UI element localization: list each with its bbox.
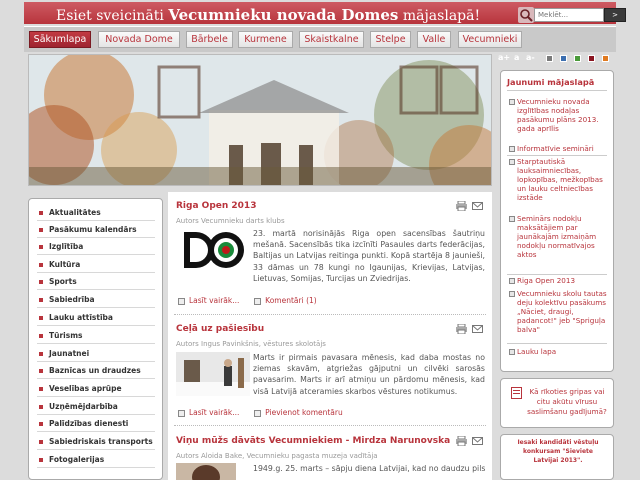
sidebar-item-lauku-attistiba[interactable]: Lauku attīstība xyxy=(37,310,155,326)
site-title-strong: Vecumnieku novada Domes xyxy=(168,6,399,24)
site-title-post: mājaslapā! xyxy=(402,8,481,24)
tab-barbele[interactable]: Bārbele xyxy=(186,31,233,48)
read-more-link[interactable]: Lasīt vairāk... xyxy=(189,408,239,417)
theme-swatch-red[interactable] xyxy=(588,55,595,62)
news-item[interactable]: Riga Open 2013 xyxy=(509,276,609,285)
news-item[interactable]: Vecumnieku novada izglītības nodaļas pas… xyxy=(509,97,609,133)
article-actions xyxy=(456,324,484,336)
article-title[interactable]: Riga Open 2013 xyxy=(176,201,256,211)
article-divider xyxy=(174,314,486,315)
theme-swatch-orange[interactable] xyxy=(602,55,609,62)
print-icon[interactable] xyxy=(456,436,467,446)
search-input[interactable] xyxy=(534,8,604,22)
sidebar-item-jaunatnei[interactable]: Jaunatnei xyxy=(37,346,155,362)
article-links: Lasīt vairāk... Komentāri (1) xyxy=(178,296,317,305)
article-author: Autors Ingus Pavinkšnis, vēstures skolot… xyxy=(176,340,326,348)
comments-link[interactable]: Komentāri (1) xyxy=(265,296,317,305)
article-links: Lasīt vairāk... Pievienot komentāru xyxy=(178,408,343,417)
read-more-link[interactable]: Lasīt vairāk... xyxy=(189,296,239,305)
sidebar-item-veselibas-aprupe[interactable]: Veselības aprūpe xyxy=(37,381,155,397)
read-more-icon xyxy=(178,297,185,305)
article-title[interactable]: Ceļā uz pašiesību xyxy=(176,324,264,334)
document-icon xyxy=(511,387,522,399)
site-title: Esiet sveicināti Vecumnieku novada Domes… xyxy=(56,6,480,24)
flu-info-box[interactable]: Kā rīkoties gripas vai citu akūtu vīrusu… xyxy=(500,378,614,428)
search-button[interactable]: > xyxy=(604,8,626,22)
article-divider xyxy=(174,425,486,426)
article-title[interactable]: Viņu mūžs dāvāts Vecumniekiem - Mirdza N… xyxy=(176,436,450,446)
darts-club-logo: DO xyxy=(180,228,246,272)
font-increase-button[interactable]: a+ xyxy=(498,53,510,62)
tab-skaistkalne[interactable]: Skaistkalne xyxy=(299,31,364,48)
tab-novada-dome[interactable]: Novada Dome xyxy=(98,31,180,48)
article-body: 23. martā norisinājās Riga open sacensīb… xyxy=(253,229,485,283)
news-divider xyxy=(507,343,607,344)
sidebar-item-uznemejdarbiba[interactable]: Uzņēmējdarbība xyxy=(37,399,155,415)
contest-banner[interactable]: Iesaki kandidāti vēstuļu konkursam "Siev… xyxy=(500,434,614,480)
article-portrait xyxy=(176,463,236,480)
banner-photo xyxy=(29,55,491,185)
news-sidebar: Jaunumi mājaslapā Vecumnieku novada izgl… xyxy=(500,70,614,372)
mail-icon[interactable] xyxy=(472,436,483,446)
comments-icon xyxy=(254,297,262,305)
sidebar-item-pasakumu-kalendars[interactable]: Pasākumu kalendārs xyxy=(37,222,155,238)
sidebar-item-fotogalerijas[interactable]: Fotogalerijas xyxy=(37,452,155,468)
sidebar-item-turisms[interactable]: Tūrisms xyxy=(37,328,155,344)
main-content: Riga Open 2013 Autors Vecumnieku darts k… xyxy=(168,192,492,480)
news-item[interactable]: Starptautiskā lauksaimniecības, lopkopīb… xyxy=(509,157,609,202)
sidebar-item-sabiedriba[interactable]: Sabiedrība xyxy=(37,292,155,308)
theme-swatch-blue[interactable] xyxy=(560,55,567,62)
tab-stelpe[interactable]: Stelpe xyxy=(370,31,411,48)
news-item[interactable]: Lauku lapa xyxy=(509,347,609,356)
font-normal-button[interactable]: a xyxy=(514,53,519,62)
main-nav: Sākumlapa Novada Dome Bārbele Kurmene Sk… xyxy=(24,26,616,52)
comments-icon xyxy=(254,409,262,417)
tab-valle[interactable]: Valle xyxy=(417,31,451,48)
sidebar-item-izglitiba[interactable]: Izglītība xyxy=(37,239,155,255)
header-bar: Esiet sveicināti Vecumnieku novada Domes… xyxy=(24,2,626,24)
article-body: 1949.g. 25. marts – sāpju diena Latvijai… xyxy=(253,464,485,473)
article-author: Autors Vecumnieku darts klubs xyxy=(176,217,285,225)
mail-icon[interactable] xyxy=(472,201,483,211)
header-banner-image xyxy=(28,54,492,186)
font-decrease-button[interactable]: a- xyxy=(526,53,535,62)
article-photo xyxy=(176,352,250,396)
news-item[interactable]: Vecumnieku skolu tautas deju kolektīvu p… xyxy=(509,289,609,334)
add-comment-link[interactable]: Pievienot komentāru xyxy=(265,408,343,417)
theme-swatch-gray[interactable] xyxy=(546,55,553,62)
print-icon[interactable] xyxy=(456,324,467,334)
flu-info-link[interactable]: Kā rīkoties gripas vai citu akūtu vīrusu… xyxy=(525,387,609,417)
read-more-icon xyxy=(178,409,185,417)
print-icon[interactable] xyxy=(456,201,467,211)
tab-vecumnieki[interactable]: Vecumnieki xyxy=(458,31,522,48)
news-item[interactable]: Informatīvie semināri xyxy=(509,144,609,153)
news-divider xyxy=(507,274,607,275)
article-actions xyxy=(456,436,484,448)
style-toolbar: a+ a a- xyxy=(498,52,616,66)
sidebar-menu: Aktualitātes Pasākumu kalendārs Izglītīb… xyxy=(28,198,163,480)
tab-sakumlapa[interactable]: Sākumlapa xyxy=(29,31,91,48)
article-actions xyxy=(456,201,484,213)
site-title-pre: Esiet sveicināti xyxy=(56,8,164,24)
mail-icon[interactable] xyxy=(472,324,483,334)
contest-text[interactable]: Iesaki kandidāti vēstuļu konkursam "Siev… xyxy=(511,438,605,465)
sidebar-item-sports[interactable]: Sports xyxy=(37,274,155,290)
news-heading: Jaunumi mājaslapā xyxy=(507,77,595,87)
sidebar-item-palidzibas-dienesti[interactable]: Palīdzības dienesti xyxy=(37,416,155,432)
article-body: Marts ir pirmais pavasara mēnesis, kad d… xyxy=(253,353,485,396)
search-icon xyxy=(518,7,534,23)
sidebar-item-aktualitates[interactable]: Aktualitātes xyxy=(37,205,155,221)
news-divider xyxy=(507,90,607,91)
sidebar-item-kultura[interactable]: Kultūra xyxy=(37,257,155,273)
sidebar-item-baznicas[interactable]: Baznīcas un draudzes xyxy=(37,363,155,379)
search-box: > xyxy=(518,6,632,24)
theme-swatch-green[interactable] xyxy=(574,55,581,62)
article-author: Autors Aloida Bake, Vecumnieku pagasta m… xyxy=(176,452,378,460)
sidebar-item-transports[interactable]: Sabiedriskais transports xyxy=(37,434,155,450)
news-item[interactable]: Seminārs nodokļu maksātājiem par jaunāka… xyxy=(509,214,609,259)
tab-kurmene[interactable]: Kurmene xyxy=(238,31,293,48)
news-divider xyxy=(507,155,607,156)
